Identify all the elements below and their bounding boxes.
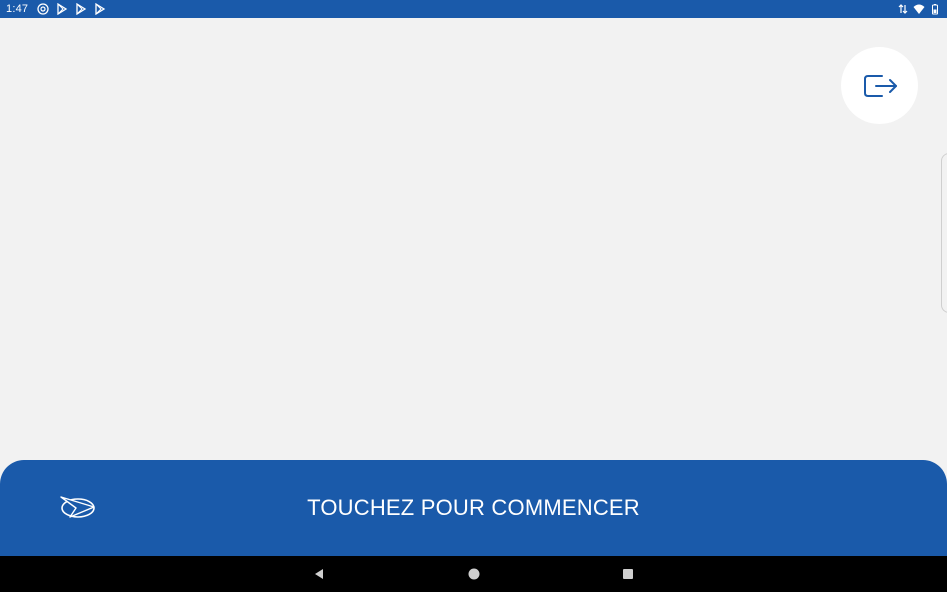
battery-icon (928, 3, 941, 16)
back-icon (315, 569, 323, 579)
recents-icon (623, 569, 633, 579)
play-store-icon (74, 3, 87, 16)
status-time: 1:47 (6, 3, 29, 15)
play-store-icon (55, 3, 68, 16)
play-store-icon (93, 3, 106, 16)
start-label: TOUCHEZ POUR COMMENCER (307, 495, 640, 520)
back-button[interactable] (311, 566, 327, 582)
side-panel-handle[interactable] (941, 153, 947, 313)
status-right (896, 3, 941, 16)
app-screen: 1:47 TOUCHEZ POUR COMMENCER (0, 0, 947, 592)
home-icon (468, 568, 480, 580)
status-bar: 1:47 (0, 0, 947, 18)
logout-button[interactable] (841, 47, 918, 124)
home-button[interactable] (466, 566, 482, 582)
at-sign-icon (36, 3, 49, 16)
status-left: 1:47 (6, 3, 106, 16)
logout-icon (863, 74, 897, 97)
start-button[interactable]: TOUCHEZ POUR COMMENCER (0, 460, 947, 560)
system-nav-bar (0, 556, 947, 592)
data-arrows-icon (896, 3, 909, 16)
wifi-icon (912, 3, 925, 16)
recents-button[interactable] (620, 566, 636, 582)
